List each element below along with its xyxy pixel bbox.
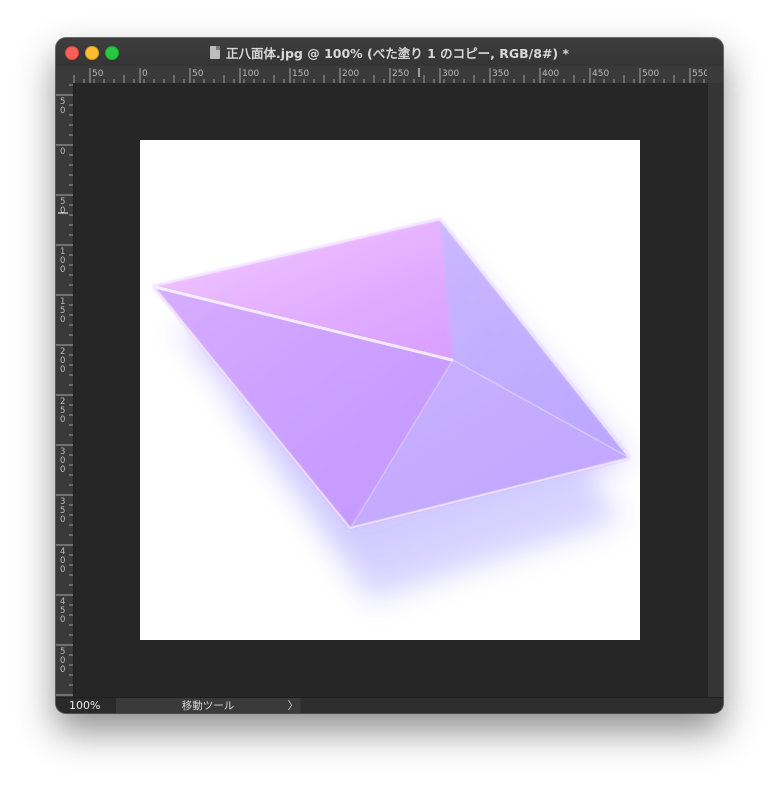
zoom-level[interactable]: 100% bbox=[56, 698, 116, 713]
ruler-label: 50 bbox=[92, 69, 104, 79]
ruler-label: 400 bbox=[542, 69, 559, 79]
horizontal-ruler[interactable]: 50 0 50 100 150 200 250 300 350 400 450 500 550 bbox=[73, 66, 707, 84]
ruler-label: 0 bbox=[60, 365, 65, 375]
ruler-label: 200 bbox=[342, 69, 359, 79]
ruler-label: 0 bbox=[60, 665, 65, 675]
ruler-label: 0 bbox=[60, 315, 65, 325]
octahedron-image bbox=[152, 217, 632, 600]
status-bar: 100% 移動ツール 〉 bbox=[56, 697, 723, 713]
photoshop-document-window: 正八面体.jpg @ 100% (べた塗り 1 のコピー, RGB/8#) * … bbox=[56, 38, 723, 713]
canvas-area[interactable] bbox=[74, 83, 707, 697]
ruler-label: 500 bbox=[642, 69, 659, 79]
ruler-origin[interactable] bbox=[56, 66, 74, 84]
ruler-label: 0 bbox=[60, 615, 65, 625]
horizontal-ruler-ticks: 50 0 50 100 150 200 250 300 350 400 450 500 550 bbox=[73, 68, 707, 83]
ruler-label: 0 bbox=[60, 265, 65, 275]
chevron-right-icon[interactable]: 〉 bbox=[286, 698, 300, 713]
ruler-label: 350 bbox=[492, 69, 509, 79]
ruler-label: 150 bbox=[292, 69, 309, 79]
ruler-label: 100 bbox=[242, 69, 259, 79]
ruler-label: 300 bbox=[442, 69, 459, 79]
ruler-label: 0 bbox=[60, 106, 65, 116]
ruler-label: 450 bbox=[592, 69, 609, 79]
ruler-label: 0 bbox=[60, 415, 65, 425]
status-info-tool[interactable]: 移動ツール bbox=[116, 698, 300, 713]
ruler-label: 0 bbox=[60, 565, 65, 575]
window-title: 正八面体.jpg @ 100% (べた塗り 1 のコピー, RGB/8#) * bbox=[225, 45, 570, 61]
ruler-label: 0 bbox=[60, 465, 65, 475]
ruler-end bbox=[707, 66, 723, 83]
status-bar-filler bbox=[301, 698, 723, 713]
ruler-label: 0 bbox=[142, 69, 148, 79]
ruler-label: 250 bbox=[392, 69, 409, 79]
ruler-label: 0 bbox=[60, 147, 65, 157]
vertical-scroll-gutter[interactable] bbox=[707, 83, 723, 697]
vertical-ruler-ticks: 500501001502002503003504004505005 bbox=[56, 84, 73, 696]
ruler-label: 50 bbox=[192, 69, 204, 79]
ruler-label: 550 bbox=[692, 69, 707, 79]
title-bar[interactable]: 正八面体.jpg @ 100% (べた塗り 1 のコピー, RGB/8#) * bbox=[56, 38, 723, 67]
vertical-ruler[interactable]: 500501001502002503003504004505005 bbox=[56, 83, 74, 697]
title-wrap: 正八面体.jpg @ 100% (べた塗り 1 のコピー, RGB/8#) * bbox=[56, 38, 723, 66]
document-icon bbox=[209, 45, 220, 59]
document-canvas[interactable] bbox=[140, 140, 640, 640]
ruler-label: 0 bbox=[60, 515, 65, 525]
ruler-label: 0 bbox=[60, 206, 65, 216]
